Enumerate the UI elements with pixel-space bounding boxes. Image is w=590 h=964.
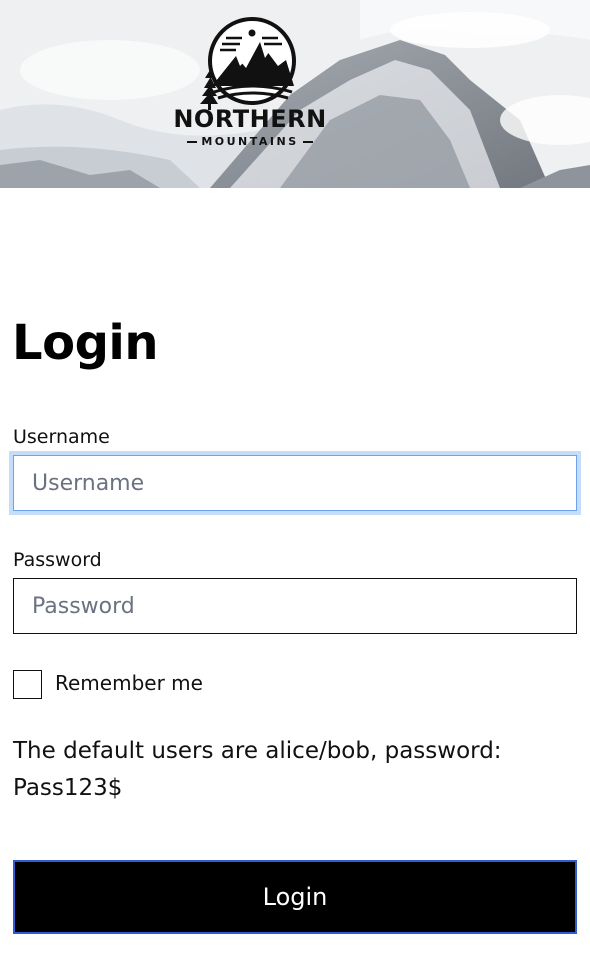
- brand-subtitle-text: MOUNTAINS: [201, 135, 299, 148]
- brand-title: NORTHERN: [173, 105, 327, 133]
- login-button[interactable]: Login: [13, 860, 577, 934]
- default-users-hint: The default users are alice/bob, passwor…: [13, 738, 502, 801]
- dash-right: [302, 141, 313, 143]
- username-label: Username: [13, 426, 110, 448]
- username-input[interactable]: [13, 455, 577, 511]
- brand-subtitle: MOUNTAINS: [168, 134, 332, 150]
- remember-me-checkbox[interactable]: [13, 670, 42, 699]
- remember-me-label[interactable]: Remember me: [55, 669, 203, 697]
- dash-left: [187, 141, 198, 143]
- header-banner: NORTHERN MOUNTAINS: [0, 0, 590, 188]
- password-input[interactable]: [13, 578, 577, 634]
- password-label: Password: [13, 549, 102, 571]
- page-title: Login: [12, 315, 159, 371]
